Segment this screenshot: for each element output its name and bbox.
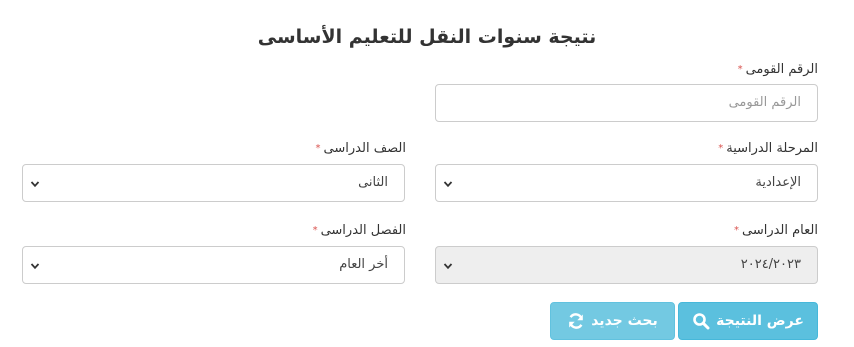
- grade-value: الثانى: [358, 175, 388, 190]
- show-result-button[interactable]: عرض النتيجة: [678, 302, 818, 340]
- refresh-icon: [569, 313, 584, 329]
- grade-label: الصف الدراسى*: [316, 141, 406, 156]
- term-select[interactable]: أخر العام: [22, 246, 405, 284]
- term-value: أخر العام: [339, 257, 388, 272]
- national-id-label: الرقم القومى*: [738, 62, 818, 77]
- show-result-label: عرض النتيجة: [716, 313, 804, 329]
- year-label-text: العام الدراسى: [741, 223, 818, 238]
- national-id-label-text: الرقم القومى: [745, 62, 818, 77]
- year-value: ٢٠٢٤/٢٠٢٣: [740, 257, 801, 272]
- stage-label: المرحلة الدراسية*: [718, 141, 818, 156]
- grade-label-text: الصف الدراسى: [323, 141, 406, 156]
- year-select: ٢٠٢٤/٢٠٢٣: [435, 246, 818, 284]
- chevron-down-icon: [30, 263, 40, 270]
- required-mark: *: [733, 225, 739, 236]
- stage-label-text: المرحلة الدراسية: [726, 141, 818, 156]
- new-search-button[interactable]: بحث جديد: [550, 302, 675, 340]
- year-label: العام الدراسى*: [734, 223, 818, 238]
- term-label: الفصل الدراسى*: [313, 223, 406, 238]
- stage-value: الإعدادية: [755, 175, 801, 190]
- required-mark: *: [718, 143, 724, 154]
- chevron-down-icon: [443, 181, 453, 188]
- term-label-text: الفصل الدراسى: [320, 223, 406, 238]
- national-id-placeholder: الرقم القومى: [728, 95, 801, 110]
- chevron-down-icon: [443, 263, 453, 270]
- search-icon: [693, 313, 710, 330]
- national-id-field[interactable]: الرقم القومى: [435, 84, 818, 122]
- stage-select[interactable]: الإعدادية: [435, 164, 818, 202]
- chevron-down-icon: [30, 181, 40, 188]
- new-search-label: بحث جديد: [591, 313, 658, 329]
- required-mark: *: [315, 143, 321, 154]
- required-mark: *: [312, 225, 318, 236]
- grade-select[interactable]: الثانى: [22, 164, 405, 202]
- page-title: نتيجة سنوات النقل للتعليم الأساسى: [257, 26, 597, 48]
- required-mark: *: [737, 64, 743, 75]
